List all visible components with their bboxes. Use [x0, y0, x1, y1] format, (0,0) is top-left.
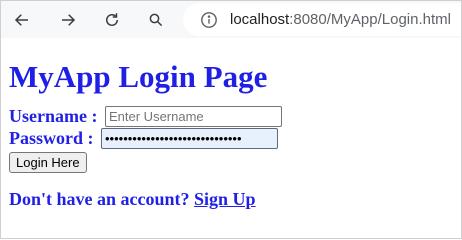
username-row: Username :: [9, 105, 459, 127]
search-button[interactable]: [141, 5, 171, 35]
url-text: localhost:8080/MyApp/Login.html: [230, 11, 451, 28]
login-form: Username : Password : Login Here: [9, 105, 459, 173]
login-button[interactable]: Login Here: [9, 152, 87, 173]
browser-window: localhost:8080/MyApp/Login.html MyApp Lo…: [0, 0, 462, 239]
page-content: MyApp Login Page Username : Password : L…: [9, 38, 459, 210]
search-icon: [149, 13, 163, 27]
browser-toolbar: localhost:8080/MyApp/Login.html: [1, 1, 461, 38]
back-button[interactable]: [7, 5, 37, 35]
forward-button[interactable]: [53, 5, 83, 35]
address-bar[interactable]: localhost:8080/MyApp/Login.html: [183, 3, 461, 36]
signup-link[interactable]: Sign Up: [194, 189, 256, 209]
username-input[interactable]: [105, 105, 282, 127]
reload-icon: [106, 13, 118, 26]
password-row: Password :: [9, 127, 459, 149]
url-host: localhost: [230, 11, 290, 28]
reload-button[interactable]: [97, 5, 127, 35]
back-icon: [14, 14, 28, 26]
username-label: Username :: [9, 105, 98, 126]
signup-prompt: Don't have an account?: [9, 189, 190, 209]
info-icon[interactable]: [200, 11, 218, 29]
password-input[interactable]: [101, 127, 278, 149]
password-label: Password :: [9, 127, 94, 148]
page-title: MyApp Login Page: [9, 59, 268, 94]
signup-line: Don't have an account? Sign Up: [9, 189, 459, 210]
forward-icon: [62, 14, 76, 26]
url-path: :8080/MyApp/Login.html: [289, 11, 451, 28]
